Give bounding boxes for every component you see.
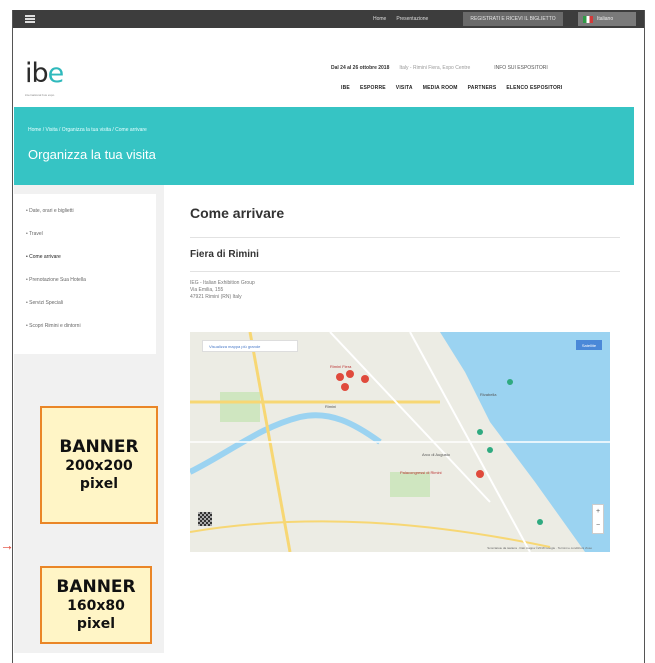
open-larger-map-link[interactable]: Visualizza mappa più grande (202, 340, 298, 352)
page-title: Organizza la tua visita (28, 147, 156, 162)
nav-item-elenco-espositori[interactable]: ELENCO ESPOSITORI (506, 85, 562, 91)
nav-item-ibe[interactable]: IBE (341, 85, 350, 91)
content-title: Come arrivare (190, 205, 285, 221)
sidebar-item-date-orari[interactable]: • Date, orari e biglietti (26, 206, 144, 229)
embedded-map[interactable]: Rimini Fiera Rimini Arco di Augusto Pala… (190, 332, 610, 552)
map-park (220, 392, 260, 422)
map-canvas[interactable] (190, 332, 610, 552)
italy-flag-icon (583, 15, 593, 23)
sidebar: • Date, orari e biglietti • Travel • Com… (14, 194, 156, 354)
logo-subtitle: international bus expo (25, 93, 55, 97)
exhibitors-info-link[interactable]: INFO SUI ESPOSITORI (494, 65, 548, 71)
map-markers[interactable] (336, 370, 484, 478)
map-marker[interactable] (361, 375, 369, 383)
main-nav: IBE ESPORRE VISITA MEDIA ROOM PARTNERS E… (341, 85, 562, 91)
map-river (190, 412, 382, 475)
event-meta: Dal 24 al 26 ottobre 2018 Italy - Rimini… (331, 65, 548, 71)
map-marker[interactable] (341, 383, 349, 391)
venue-name: Fiera di Rimini (190, 249, 259, 260)
map-label-rivabella: Rivabella (480, 392, 497, 397)
nav-item-partners[interactable]: PARTNERS (468, 85, 497, 91)
sidebar-item-scopri-rimini[interactable]: • Scopri Rimini e dintorni (26, 321, 144, 344)
map-zoom-control[interactable]: + − (592, 504, 604, 534)
venue-address: IEG - Italian Exhibition Group Via Emili… (190, 280, 255, 300)
map-label-arco: Arco di Augusto (422, 452, 451, 457)
map-park (390, 472, 430, 497)
top-utility-bar: Home Presentazione REGISTRATI E RICEVI I… (13, 10, 644, 28)
map-road (190, 520, 551, 548)
top-link-presentazione[interactable]: Presentazione (396, 16, 428, 22)
page-hero: Home / Visita / Organizza la tua visita … (14, 107, 634, 185)
sidebar-item-travel[interactable]: • Travel (26, 229, 144, 252)
top-links: Home Presentazione (373, 10, 428, 28)
map-marker[interactable] (476, 470, 484, 478)
map-label-fair: Rimini Fiera (330, 364, 352, 369)
event-dates: Dal 24 al 26 ottobre 2018 (331, 65, 390, 71)
map-attribution: Scorciatoie da tastiera · Dati mappa ©20… (487, 546, 592, 550)
register-button[interactable]: REGISTRATI E RICEVI IL BIGLIETTO (463, 12, 563, 26)
arrow-icon: → (0, 537, 14, 553)
map-label-palacongressi: Palacongressi di Rimini (400, 470, 442, 475)
event-venue: Italy - Rimini Fiera, Expo Centre (399, 65, 471, 71)
map-thumbnail-icon[interactable] (198, 512, 212, 526)
site-logo[interactable]: ibe (25, 58, 64, 89)
banner-160x80[interactable]: BANNER 160x80 pixel (40, 566, 152, 644)
site-header: ibe international bus expo Dal 24 al 26 … (13, 28, 644, 106)
sidebar-item-servizi[interactable]: • Servizi Speciali (26, 298, 144, 321)
divider (190, 237, 620, 238)
divider (190, 271, 620, 272)
top-link-home[interactable]: Home (373, 16, 386, 22)
sidebar-item-come-arrivare[interactable]: • Come arrivare (26, 252, 144, 275)
map-marker[interactable] (346, 370, 354, 378)
language-label: Italiano (597, 16, 614, 22)
nav-item-media-room[interactable]: MEDIA ROOM (423, 85, 458, 91)
banner-200x200[interactable]: BANNER 200x200 pixel (40, 406, 158, 524)
map-mode-button[interactable]: Satellite (576, 340, 602, 350)
zoom-in-button[interactable]: + (593, 505, 603, 519)
map-label-rimini: Rimini (325, 404, 337, 409)
menu-icon[interactable] (25, 15, 35, 23)
zoom-out-button[interactable]: − (593, 519, 603, 533)
nav-item-visita[interactable]: VISITA (396, 85, 413, 91)
map-marker[interactable] (336, 373, 344, 381)
breadcrumb[interactable]: Home / Visita / Organizza la tua visita … (28, 127, 147, 133)
language-selector[interactable]: Italiano (578, 12, 636, 26)
nav-item-esporre[interactable]: ESPORRE (360, 85, 386, 91)
main-content: Come arrivare Fiera di Rimini IEG - Ital… (164, 185, 634, 653)
sidebar-item-prenotazione[interactable]: • Prenotazione Sua Hotella (26, 275, 144, 298)
